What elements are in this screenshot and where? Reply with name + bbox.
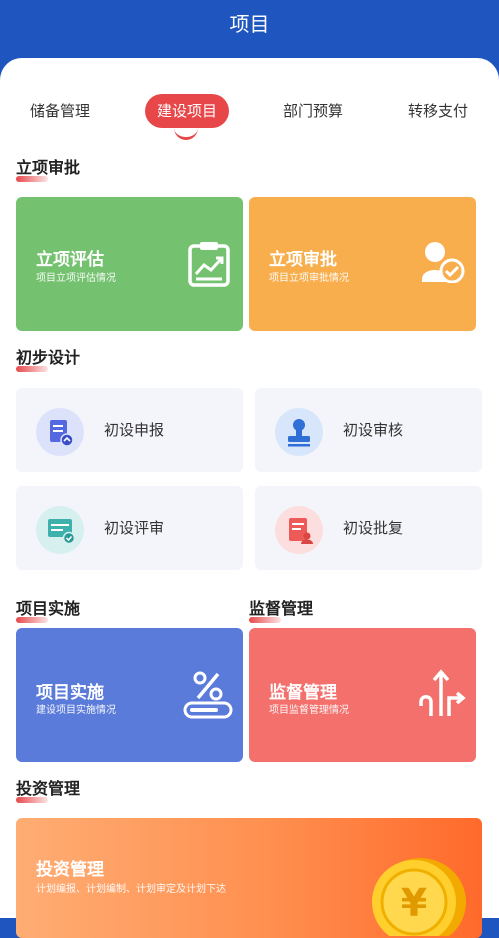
review-card-icon xyxy=(48,519,76,545)
card-subtitle: 项目立项评估情况 xyxy=(36,273,116,284)
card-subtitle: 项目立项审批情况 xyxy=(269,273,349,284)
section-title-approval: 立项审批 xyxy=(16,158,81,182)
section-title-design: 初步设计 xyxy=(16,348,81,372)
active-tab-indicator xyxy=(174,128,198,140)
section-title-implementation: 项目实施 xyxy=(16,599,81,623)
content-sheet: 储备管理 建设项目 部门预算 转移支付 立项审批 立项评估 项目立项评估情况 立… xyxy=(0,58,499,938)
section-label: 立项审批 xyxy=(16,158,81,177)
tab-reserve[interactable]: 储备管理 xyxy=(18,94,102,128)
section-title-investment: 投资管理 xyxy=(16,779,81,803)
card-title: 立项审批 xyxy=(269,250,337,270)
section-label: 初步设计 xyxy=(16,348,81,367)
section-label: 项目实施 xyxy=(16,599,81,618)
document-upload-icon xyxy=(50,420,74,447)
coin-symbol: ¥ xyxy=(401,881,427,925)
section-label: 监督管理 xyxy=(249,599,314,618)
tile-icon-bg xyxy=(36,408,84,456)
tile-label: 初设审核 xyxy=(343,421,404,439)
tile-design-reply[interactable]: 初设批复 xyxy=(255,486,482,570)
user-check-icon xyxy=(422,242,465,283)
reply-document-icon xyxy=(289,518,313,544)
approval-card[interactable]: 立项审批 项目立项审批情况 xyxy=(249,197,476,331)
top-bar: 项目 xyxy=(0,0,499,58)
percent-progress-icon xyxy=(183,671,233,719)
implementation-card[interactable]: 项目实施 建设项目实施情况 xyxy=(16,628,243,762)
section-label: 投资管理 xyxy=(16,779,81,798)
tile-icon-bg xyxy=(36,506,84,554)
page-title: 项目 xyxy=(229,12,270,36)
evaluation-card[interactable]: 立项评估 项目立项评估情况 xyxy=(16,197,243,331)
tile-icon-bg xyxy=(275,506,323,554)
yuan-coin-icon: ¥ xyxy=(372,858,466,936)
tab-department-budget[interactable]: 部门预算 xyxy=(271,94,355,128)
supervision-card[interactable]: 监督管理 项目监督管理情况 xyxy=(249,628,476,762)
tile-design-submission[interactable]: 初设申报 xyxy=(16,388,243,472)
route-arrows-icon xyxy=(419,669,466,716)
tile-design-review[interactable]: 初设审核 xyxy=(255,388,482,472)
tile-label: 初设批复 xyxy=(343,519,404,537)
card-title: 项目实施 xyxy=(36,683,104,703)
tab-transfer-payment[interactable]: 转移支付 xyxy=(396,94,480,128)
tab-construction[interactable]: 建设项目 xyxy=(145,94,229,128)
investment-card[interactable]: 投资管理 计划编报、计划编制、计划审定及计划下达 ¥ xyxy=(16,818,482,938)
card-title: 立项评估 xyxy=(36,250,104,270)
card-title: 监督管理 xyxy=(269,683,337,703)
section-title-supervision: 监督管理 xyxy=(249,599,314,623)
clipboard-chart-icon xyxy=(188,242,230,287)
card-subtitle: 建设项目实施情况 xyxy=(36,705,116,716)
tile-label: 初设申报 xyxy=(104,421,165,439)
tile-icon-bg xyxy=(275,408,323,456)
card-subtitle: 计划编报、计划编制、计划审定及计划下达 xyxy=(36,884,226,895)
card-title: 投资管理 xyxy=(36,860,104,880)
card-subtitle: 项目监督管理情况 xyxy=(269,705,349,716)
tile-label: 初设评审 xyxy=(104,519,165,537)
tile-design-evaluation[interactable]: 初设评审 xyxy=(16,486,243,570)
stamp-icon xyxy=(288,419,310,447)
